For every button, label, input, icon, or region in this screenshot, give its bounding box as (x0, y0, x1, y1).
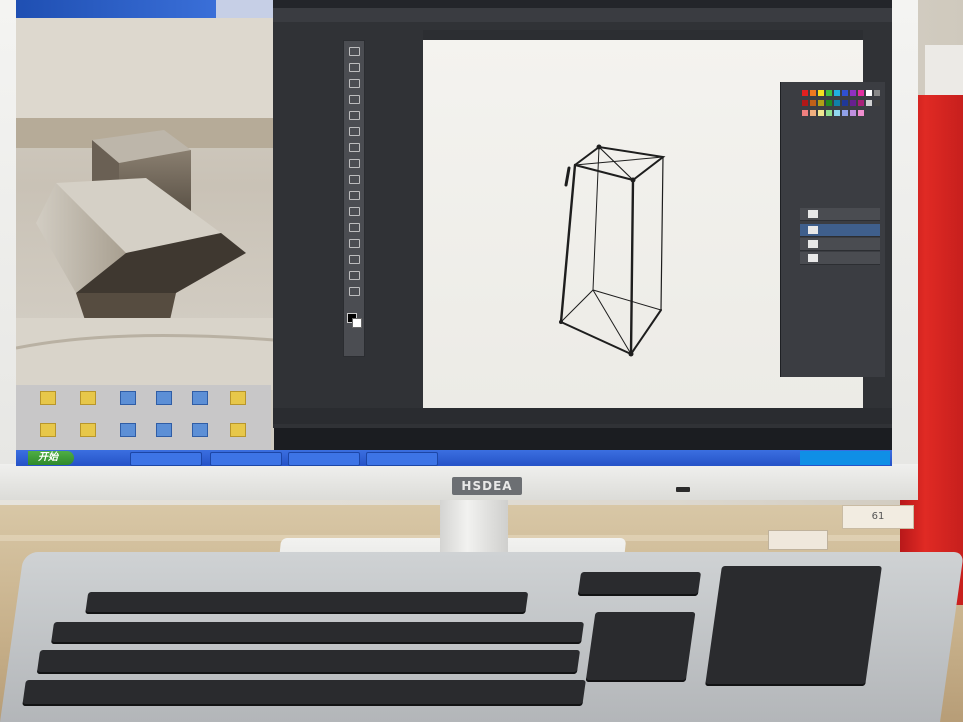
ps-tool-icon[interactable] (349, 47, 360, 56)
sketch-drawing (16, 18, 274, 390)
layer-row[interactable] (800, 238, 880, 251)
ps-tool-icon[interactable] (349, 159, 360, 168)
desktop-folder-icon[interactable] (230, 391, 246, 405)
ps-tool-icon[interactable] (349, 95, 360, 104)
ps-tool-icon[interactable] (349, 175, 360, 184)
monitor-brand-badge: HSDEA (452, 477, 522, 495)
letter-key-row[interactable] (22, 680, 586, 706)
desktop-document-icon[interactable] (120, 423, 136, 437)
numeric-keypad[interactable] (705, 566, 882, 686)
desktop-folder-icon[interactable] (80, 391, 96, 405)
start-button[interactable]: 开始 (28, 451, 74, 465)
photoshop-toolbox (343, 40, 365, 357)
number-key-row[interactable] (50, 622, 585, 644)
ps-tool-icon[interactable] (349, 287, 360, 296)
ps-tool-icon[interactable] (349, 223, 360, 232)
layer-row-selected[interactable] (800, 224, 880, 237)
taskbar-window-button[interactable] (130, 452, 202, 466)
ps-tool-icon[interactable] (349, 79, 360, 88)
ps-tool-icon[interactable] (349, 207, 360, 216)
taskbar-window-button[interactable] (366, 452, 438, 466)
image-viewer-controls[interactable] (216, 0, 274, 18)
desk-sticker: 61 (842, 505, 914, 529)
desktop-folder-icon[interactable] (40, 391, 56, 405)
desktop-folder-icon[interactable] (80, 423, 96, 437)
ps-tool-icon[interactable] (349, 255, 360, 264)
image-viewer-titlebar[interactable] (16, 0, 216, 18)
ps-tool-icon[interactable] (349, 191, 360, 200)
photoshop-status-bar (273, 408, 892, 424)
photoshop-ruler (423, 30, 863, 40)
desktop-folder-icon[interactable] (40, 423, 56, 437)
layer-row-background[interactable] (800, 252, 880, 265)
label-card (768, 530, 828, 550)
ps-tool-icon[interactable] (349, 239, 360, 248)
ps-tool-icon[interactable] (349, 63, 360, 72)
letter-key-row[interactable] (36, 650, 581, 674)
desktop-document-icon[interactable] (156, 423, 172, 437)
sketch-image (16, 18, 274, 390)
function-key-row[interactable] (85, 592, 529, 614)
keyboard (0, 552, 963, 722)
edit-key-cluster[interactable] (577, 572, 702, 596)
layer-row[interactable] (800, 208, 880, 221)
desktop-document-icon[interactable] (192, 391, 208, 405)
system-tray[interactable] (800, 451, 890, 465)
power-led (676, 487, 690, 492)
taskbar-window-button[interactable] (210, 452, 282, 466)
desktop-document-icon[interactable] (156, 391, 172, 405)
navigation-key-cluster[interactable] (585, 612, 696, 682)
photoshop-document-tab[interactable] (273, 8, 892, 22)
background-color-swatch[interactable] (352, 318, 362, 328)
desktop-folder-icon[interactable] (230, 423, 246, 437)
desktop-document-icon[interactable] (192, 423, 208, 437)
ps-tool-icon[interactable] (349, 143, 360, 152)
ps-tool-icon[interactable] (349, 271, 360, 280)
ps-tool-icon[interactable] (349, 111, 360, 120)
ps-tool-icon[interactable] (349, 127, 360, 136)
swatches-panel[interactable] (802, 90, 892, 130)
desktop-icon-area (16, 385, 271, 450)
desk-sticker-text: 61 (871, 511, 885, 522)
taskbar-window-button[interactable] (288, 452, 360, 466)
desktop-document-icon[interactable] (120, 391, 136, 405)
